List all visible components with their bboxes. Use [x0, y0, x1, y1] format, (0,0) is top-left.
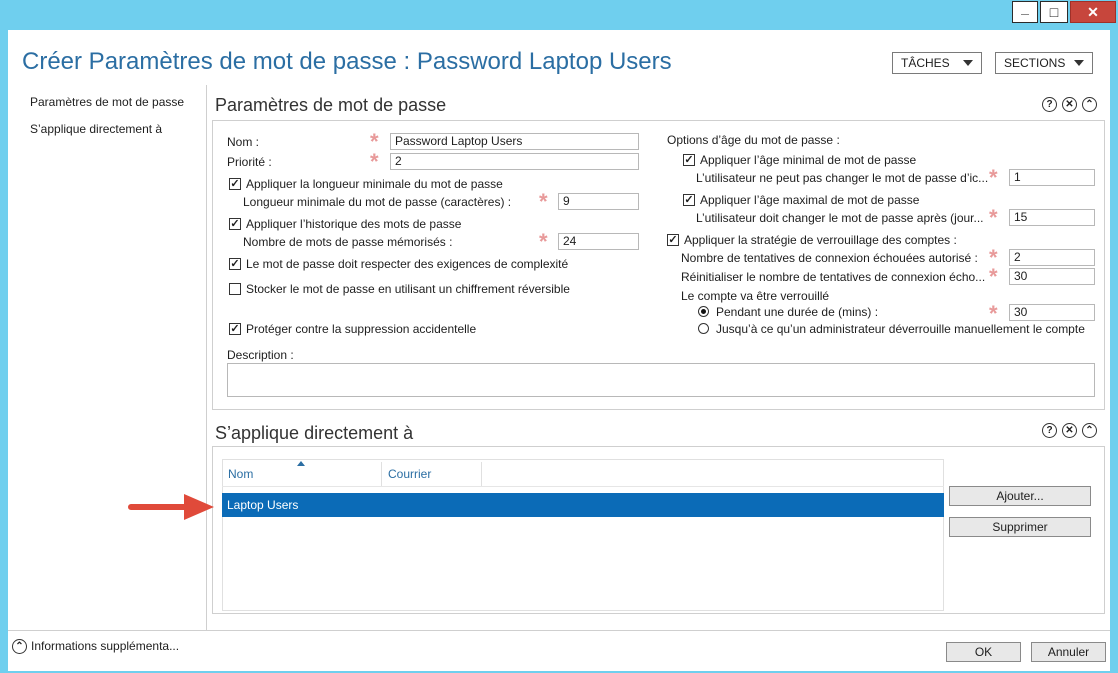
more-info-link[interactable]: Informations supplémenta... — [31, 639, 179, 653]
maximize-button[interactable]: □ — [1040, 1, 1068, 23]
description-label: Description : — [227, 348, 294, 362]
name-label: Nom : — [227, 135, 260, 149]
history-label: Nombre de mots de passe mémorisés : — [243, 235, 453, 249]
required-icon: * — [370, 149, 379, 174]
cancel-button[interactable]: Annuler — [1031, 642, 1106, 662]
protect-checkbox[interactable]: ✓ — [229, 323, 241, 335]
duration-radio-label: Pendant une durée de (mins) : — [716, 305, 879, 319]
nav-item-password-settings[interactable]: Paramètres de mot de passe — [30, 95, 184, 109]
duration-radio[interactable] — [698, 306, 709, 317]
reset-attempts-field[interactable]: 30 — [1009, 268, 1095, 285]
nav-item-applies-to[interactable]: S’applique directement à — [30, 122, 162, 136]
required-icon: * — [370, 129, 379, 154]
reset-attempts-label: Réinitialiser le nombre de tentatives de… — [681, 270, 986, 284]
complexity-checkbox[interactable]: ✓ — [229, 258, 241, 270]
min-age-label: L’utilisateur ne peut pas changer le mot… — [696, 171, 989, 185]
max-age-field[interactable]: 15 — [1009, 209, 1095, 226]
title-bar — [0, 0, 1118, 30]
minimize-button[interactable]: _ — [1012, 0, 1038, 23]
locked-label: Le compte va être verrouillé — [681, 289, 830, 303]
expand-icon[interactable]: ⌃ — [12, 639, 27, 654]
radio-dot — [701, 309, 706, 314]
sections-label: SECTIONS — [1004, 56, 1066, 70]
close-icon: ✕ — [1087, 3, 1099, 20]
description-field[interactable] — [227, 363, 1095, 397]
annotation-arrow-icon — [128, 494, 214, 520]
page-title: Créer Paramètres de mot de passe : Passw… — [22, 48, 672, 75]
nav-divider — [206, 85, 207, 630]
help-icon[interactable]: ? — [1042, 423, 1057, 438]
column-divider — [381, 462, 382, 486]
reversible-checkbox[interactable] — [229, 283, 241, 295]
max-age-label: L’utilisateur doit changer le mot de pas… — [696, 211, 984, 225]
close-window-button[interactable]: ✕ — [1070, 1, 1116, 23]
password-section-heading: Paramètres de mot de passe — [215, 95, 447, 115]
protect-check-label: Protéger contre la suppression accidente… — [246, 322, 477, 336]
admin-unlock-label: Jusqu’à ce qu’un administrateur déverrou… — [716, 322, 1085, 336]
required-icon: * — [989, 264, 998, 289]
lockout-checkbox[interactable]: ✓ — [667, 234, 679, 246]
lockout-check-label: Appliquer la stratégie de verrouillage d… — [684, 233, 957, 247]
column-header-mail[interactable]: Courrier — [388, 467, 431, 481]
close-section-icon[interactable]: ✕ — [1062, 97, 1077, 112]
chevron-down-icon — [1074, 60, 1084, 66]
failed-attempts-field[interactable]: 2 — [1009, 249, 1095, 266]
history-checkbox[interactable]: ✓ — [229, 218, 241, 230]
collapse-icon[interactable]: ⌃ — [1082, 423, 1097, 438]
priority-field[interactable]: 2 — [390, 153, 639, 170]
maximize-icon: □ — [1049, 4, 1059, 20]
duration-field[interactable]: 30 — [1009, 304, 1095, 321]
tasks-dropdown[interactable]: TÂCHES — [892, 52, 982, 74]
sections-dropdown[interactable]: SECTIONS — [995, 52, 1093, 74]
history-field[interactable]: 24 — [558, 233, 639, 250]
collapse-icon[interactable]: ⌃ — [1082, 97, 1097, 112]
min-age-field[interactable]: 1 — [1009, 169, 1095, 186]
required-icon: * — [989, 205, 998, 230]
add-button[interactable]: Ajouter... — [949, 486, 1091, 506]
admin-unlock-radio[interactable] — [698, 323, 709, 334]
history-check-label: Appliquer l’historique des mots de passe — [246, 217, 462, 231]
table-row[interactable]: Laptop Users — [222, 493, 944, 517]
ok-button[interactable]: OK — [946, 642, 1021, 662]
tasks-label: TÂCHES — [901, 56, 950, 70]
failed-attempts-label: Nombre de tentatives de connexion échoué… — [681, 251, 978, 265]
required-icon: * — [539, 189, 548, 214]
max-age-check-label: Appliquer l’âge maximal de mot de passe — [700, 193, 920, 207]
min-length-label: Longueur minimale du mot de passe (carac… — [243, 195, 512, 209]
minimize-icon: _ — [1021, 0, 1029, 16]
min-length-field[interactable]: 9 — [558, 193, 639, 210]
footer-divider — [8, 630, 1110, 631]
sort-ascending-icon — [297, 461, 305, 466]
min-age-check-label: Appliquer l’âge minimal de mot de passe — [700, 153, 917, 167]
list-header — [222, 459, 944, 487]
name-field[interactable]: Password Laptop Users — [390, 133, 639, 150]
applies-section-heading: S’applique directement à — [215, 423, 414, 443]
reversible-check-label: Stocker le mot de passe en utilisant un … — [246, 282, 570, 296]
required-icon: * — [539, 229, 548, 254]
required-icon: * — [989, 301, 998, 326]
min-age-checkbox[interactable]: ✓ — [683, 154, 695, 166]
min-length-check-label: Appliquer la longueur minimale du mot de… — [246, 177, 503, 191]
min-length-checkbox[interactable]: ✓ — [229, 178, 241, 190]
complexity-check-label: Le mot de passe doit respecter des exige… — [246, 257, 569, 271]
max-age-checkbox[interactable]: ✓ — [683, 194, 695, 206]
required-icon: * — [989, 165, 998, 190]
close-section-icon[interactable]: ✕ — [1062, 423, 1077, 438]
priority-label: Priorité : — [227, 155, 272, 169]
age-options-label: Options d’âge du mot de passe : — [667, 133, 840, 147]
column-divider — [481, 462, 482, 486]
chevron-down-icon — [963, 60, 973, 66]
remove-button[interactable]: Supprimer — [949, 517, 1091, 537]
column-header-name[interactable]: Nom — [228, 467, 253, 481]
help-icon[interactable]: ? — [1042, 97, 1057, 112]
